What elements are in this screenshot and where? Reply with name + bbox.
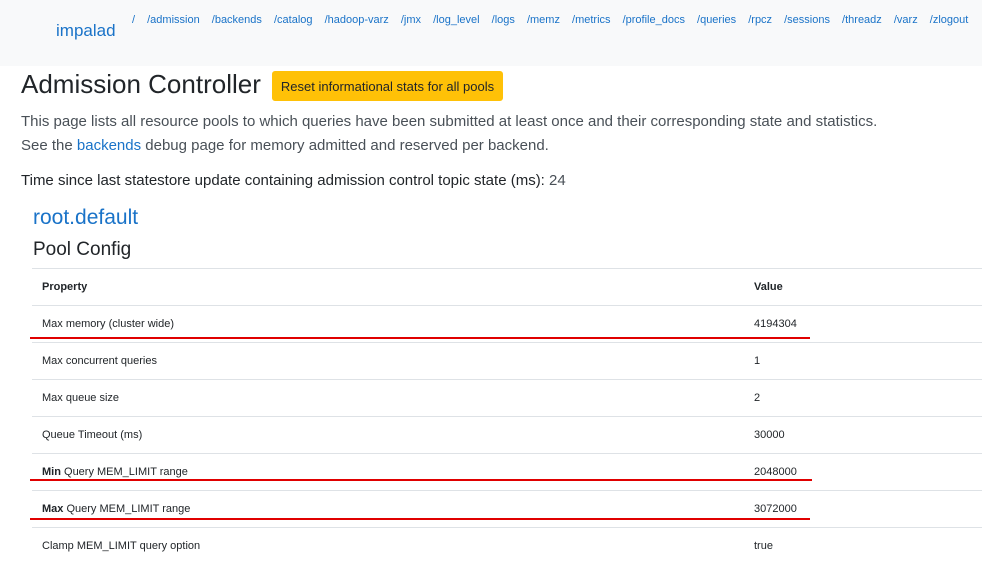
description-suffix: debug page for memory admitted and reser…: [141, 137, 549, 154]
table-header-row: Property Value: [32, 268, 982, 306]
description-prefix: See the: [21, 137, 77, 154]
property-label: Queue Timeout (ms): [42, 429, 143, 441]
backends-link[interactable]: backends: [77, 137, 141, 154]
nav-link-root[interactable]: /: [132, 6, 135, 35]
nav-link-profile-docs[interactable]: /profile_docs: [623, 6, 685, 35]
table-row: Max Query MEM_LIMIT range 3072000: [32, 490, 982, 528]
nav-links: / /admission /backends /catalog /hadoop-…: [126, 6, 976, 35]
nav-link-catalog[interactable]: /catalog: [274, 6, 313, 35]
nav-link-log-level[interactable]: /log_level: [433, 6, 479, 35]
property-cell: Queue Timeout (ms): [32, 416, 744, 454]
nav-link-admission[interactable]: /admission: [147, 6, 200, 35]
property-label: Query MEM_LIMIT range: [60, 466, 188, 478]
table-row: Min Query MEM_LIMIT range 2048000: [32, 453, 982, 491]
nav-link-varz[interactable]: /varz: [894, 6, 918, 35]
brand-link[interactable]: impalad: [56, 21, 116, 41]
property-cell: Clamp MEM_LIMIT query option: [32, 527, 744, 565]
description-line-2: See the backends debug page for memory a…: [21, 134, 971, 158]
nav-link-zlogout[interactable]: /zlogout: [930, 6, 969, 35]
description-line-1: This page lists all resource pools to wh…: [21, 113, 878, 130]
nav-link-threadz[interactable]: /threadz: [842, 6, 882, 35]
column-header-property: Property: [32, 268, 744, 306]
property-cell: Max Query MEM_LIMIT range: [32, 490, 744, 528]
nav-link-backends[interactable]: /backends: [212, 6, 262, 35]
property-label: Query MEM_LIMIT range: [63, 503, 191, 515]
reset-stats-button[interactable]: Reset informational stats for all pools: [272, 71, 503, 101]
value-cell: 30000: [744, 416, 982, 454]
pool-config-heading: Pool Config: [33, 239, 132, 260]
table-row: Max queue size 2: [32, 379, 982, 417]
property-label: Max concurrent queries: [42, 355, 157, 367]
table-row: Max concurrent queries 1: [32, 342, 982, 380]
page-description: This page lists all resource pools to wh…: [21, 110, 971, 158]
annotation-underline-min-mem-limit: [30, 479, 812, 481]
property-label: Max memory (cluster wide): [42, 318, 175, 330]
nav-link-jmx[interactable]: /jmx: [401, 6, 421, 35]
nav-link-metrics[interactable]: /metrics: [572, 6, 611, 35]
nav-link-logs[interactable]: /logs: [492, 6, 515, 35]
property-cell: Max concurrent queries: [32, 342, 744, 380]
statestore-update-time: Time since last statestore update contai…: [21, 172, 566, 189]
property-bold-prefix: Min: [42, 466, 61, 478]
nav-link-queries[interactable]: /queries: [697, 6, 736, 35]
value-cell: true: [744, 527, 982, 565]
value-cell: 2048000: [744, 453, 982, 491]
pool-name-link[interactable]: root.default: [33, 206, 138, 230]
value-cell: 2: [744, 379, 982, 417]
property-cell: Min Query MEM_LIMIT range: [32, 453, 744, 491]
nav-link-memz[interactable]: /memz: [527, 6, 560, 35]
nav-link-sessions[interactable]: /sessions: [784, 6, 830, 35]
table-row: Queue Timeout (ms) 30000: [32, 416, 982, 454]
property-bold-prefix: Max: [42, 503, 64, 515]
nav-link-hadoop-varz[interactable]: /hadoop-varz: [325, 6, 389, 35]
annotation-underline-max-memory: [30, 337, 810, 339]
statestore-label: Time since last statestore update contai…: [21, 172, 550, 189]
property-cell: Max queue size: [32, 379, 744, 417]
table-row: Clamp MEM_LIMIT query option true: [32, 527, 982, 565]
page-title: Admission Controller: [21, 69, 261, 99]
nav-link-rpcz[interactable]: /rpcz: [748, 6, 772, 35]
value-cell: 3072000: [744, 490, 982, 528]
value-cell: 1: [744, 342, 982, 380]
top-navbar: impalad / /admission /backends /catalog …: [0, 0, 982, 66]
statestore-value: 24: [549, 172, 566, 189]
property-label: Max queue size: [42, 392, 120, 404]
property-label: Clamp MEM_LIMIT query option: [42, 540, 201, 553]
column-header-value: Value: [744, 268, 982, 306]
annotation-underline-max-mem-limit: [30, 518, 810, 520]
pool-config-table: Property Value Max memory (cluster wide)…: [32, 268, 982, 565]
